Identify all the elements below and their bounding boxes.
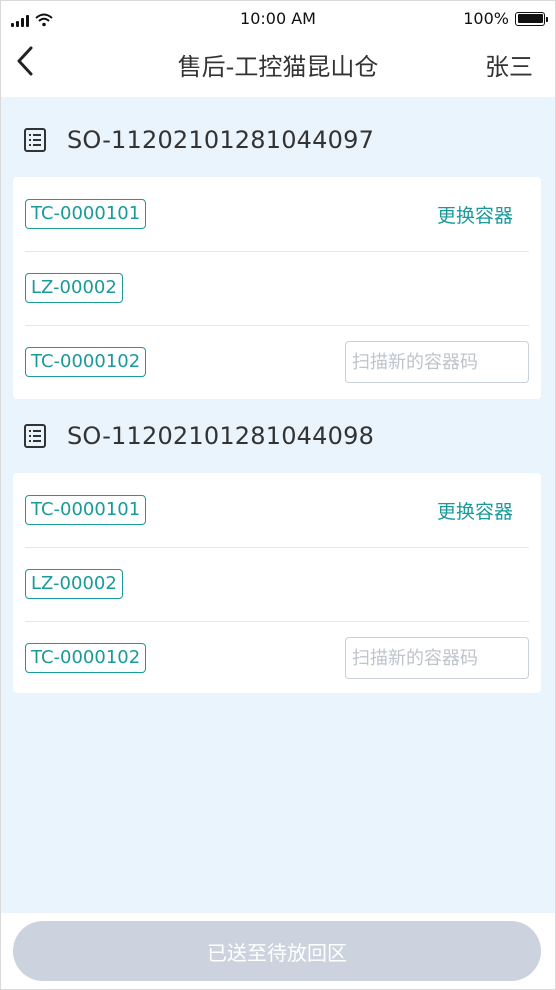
document-list-icon xyxy=(24,424,46,448)
container-tag: TC-0000102 xyxy=(25,643,147,673)
container-row: TC-0000101 更换容器 xyxy=(25,177,529,252)
container-row: LZ-00002 xyxy=(25,251,529,326)
container-tag: TC-0000102 xyxy=(25,347,147,377)
order-number: SO-11202101281044097 xyxy=(67,126,375,154)
app-screen: 10:00 AM 100% 售后-工控猫昆山仓 张三 SO-1120210128… xyxy=(0,0,556,990)
battery-status: 100% xyxy=(463,9,548,28)
order-header: SO-11202101281044097 xyxy=(23,123,374,157)
scan-container-input[interactable] xyxy=(345,341,529,383)
status-bar: 10:00 AM 100% xyxy=(1,1,555,35)
document-list-icon xyxy=(24,128,46,152)
scan-container-input[interactable] xyxy=(345,637,529,679)
replace-container-button[interactable]: 更换容器 xyxy=(437,497,513,524)
battery-icon xyxy=(515,11,548,26)
sent-to-return-area-button[interactable]: 已送至待放回区 xyxy=(13,921,541,981)
bottom-bar: 已送至待放回区 xyxy=(1,913,555,989)
nav-bar: 售后-工控猫昆山仓 张三 xyxy=(1,35,555,97)
order-card: TC-0000101 更换容器 LZ-00002 TC-0000102 xyxy=(13,177,541,399)
replace-container-button[interactable]: 更换容器 xyxy=(437,201,513,228)
order-number: SO-11202101281044098 xyxy=(67,422,375,450)
container-tag: TC-0000101 xyxy=(25,495,147,525)
order-card: TC-0000101 更换容器 LZ-00002 TC-0000102 xyxy=(13,473,541,693)
container-row: TC-0000102 xyxy=(25,621,529,695)
container-tag: LZ-00002 xyxy=(25,273,123,303)
container-tag: LZ-00002 xyxy=(25,569,123,599)
battery-percent: 100% xyxy=(463,9,509,28)
container-row: TC-0000102 xyxy=(25,325,529,399)
order-header: SO-11202101281044098 xyxy=(23,419,374,453)
user-name[interactable]: 张三 xyxy=(485,47,533,82)
container-tag: TC-0000101 xyxy=(25,199,147,229)
container-row: LZ-00002 xyxy=(25,547,529,622)
page-title: 售后-工控猫昆山仓 xyxy=(177,53,379,81)
container-row: TC-0000101 更换容器 xyxy=(25,473,529,548)
